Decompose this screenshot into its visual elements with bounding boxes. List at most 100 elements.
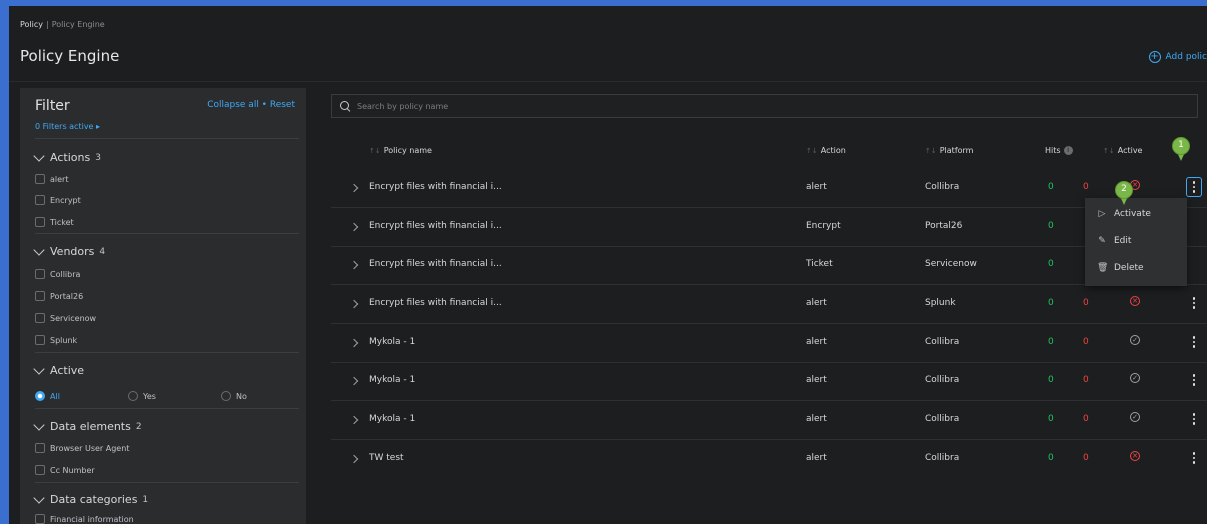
active-status-icon: ✓ <box>1130 373 1140 383</box>
menu-item-label: Activate <box>1114 209 1151 219</box>
row-more-menu-button[interactable] <box>1186 332 1202 352</box>
expand-chevron-icon[interactable] <box>349 183 359 193</box>
hits-count-a: 0 <box>1048 337 1054 347</box>
chevron-down-icon <box>33 362 45 375</box>
checkbox-action-encrypt[interactable]: Encrypt <box>35 195 81 205</box>
table-row[interactable]: Mykola - 1 alert Collibra 0 0 ✓ <box>331 362 1207 401</box>
sort-icon: ↑↓ <box>369 147 381 155</box>
table-row[interactable]: Encrypt files with financial i... alert … <box>331 169 1207 208</box>
breadcrumb-root[interactable]: Policy <box>20 20 43 29</box>
row-more-menu-button[interactable] <box>1186 448 1202 468</box>
add-policy-button[interactable]: + Add polic <box>1148 51 1207 63</box>
expand-chevron-icon[interactable] <box>349 222 359 232</box>
marker-number: 2 <box>1115 181 1133 199</box>
radio-yes[interactable]: Yes <box>128 391 156 401</box>
table-row[interactable]: Mykola - 1 alert Collibra 0 0 ✓ <box>331 401 1207 440</box>
table-row[interactable]: Encrypt files with financial i... Encryp… <box>331 208 1207 247</box>
policy-name: Encrypt files with financial i... <box>369 182 502 192</box>
column-header-active[interactable]: ↑↓ Active <box>1103 146 1142 155</box>
row-more-menu-button[interactable] <box>1186 177 1202 197</box>
checkbox-label: Browser User Agent <box>50 443 130 453</box>
section-data-elements-count: 2 <box>135 421 142 432</box>
column-header-policy-name[interactable]: ↑↓ Policy name <box>369 146 432 155</box>
table-row[interactable]: Encrypt files with financial i... alert … <box>331 285 1207 324</box>
column-header-action[interactable]: ↑↓ Action <box>806 146 846 155</box>
table-row[interactable]: TW test alert Collibra 0 0 ✕ <box>331 440 1207 479</box>
checkbox-financial-information[interactable]: Financial information <box>35 514 134 524</box>
checkbox-vendor-portal26[interactable]: Portal26 <box>35 291 83 301</box>
checkbox-box <box>35 291 45 301</box>
active-status-icon: ✓ <box>1130 412 1140 422</box>
section-active[interactable]: Active <box>33 362 85 377</box>
menu-item-label: Delete <box>1114 263 1144 273</box>
search-icon <box>340 101 350 111</box>
hits-count-b: 0 <box>1083 182 1089 192</box>
checkbox-label: Portal26 <box>50 291 84 301</box>
policy-action: Ticket <box>806 259 833 269</box>
expand-chevron-icon[interactable] <box>349 338 359 348</box>
hits-count-b: 0 <box>1083 298 1089 308</box>
policy-name: Mykola - 1 <box>369 337 416 347</box>
section-data-elements-label: Data elements <box>50 420 131 433</box>
checkbox-label: Ticket <box>50 217 74 227</box>
policy-action: alert <box>806 414 827 424</box>
radio-circle <box>128 391 138 401</box>
policy-name: Encrypt files with financial i... <box>369 298 502 308</box>
radio-all[interactable]: All <box>35 391 60 401</box>
policy-action: alert <box>806 182 827 192</box>
checkbox-box <box>35 195 45 205</box>
hits-count-b: 0 <box>1083 337 1089 347</box>
filters-active-toggle[interactable]: 0 Filters active ▸ <box>35 122 100 131</box>
expand-chevron-icon[interactable] <box>349 299 359 309</box>
policy-platform: Collibra <box>925 337 960 347</box>
section-data-categories[interactable]: Data categories 1 <box>33 491 148 506</box>
checkbox-label: Servicenow <box>50 313 97 323</box>
section-actions-count: 3 <box>95 152 101 163</box>
policy-action: alert <box>806 337 827 347</box>
chevron-down-icon <box>33 491 45 504</box>
checkbox-action-ticket[interactable]: Ticket <box>35 217 74 227</box>
info-icon[interactable]: i <box>1063 146 1073 155</box>
checkbox-label: alert <box>50 174 69 184</box>
checkbox-box <box>35 217 45 227</box>
header-divider <box>9 81 1207 82</box>
expand-chevron-icon[interactable] <box>349 415 359 425</box>
section-data-elements[interactable]: Data elements 2 <box>33 418 142 433</box>
checkbox-action-alert[interactable]: alert <box>35 174 68 184</box>
policy-name: TW test <box>369 453 404 463</box>
expand-chevron-icon[interactable] <box>349 454 359 464</box>
menu-item-delete[interactable]: 🗑 Delete <box>1097 263 1144 273</box>
menu-item-activate[interactable]: ▷ Activate <box>1097 209 1151 219</box>
collapse-reset-links[interactable]: Collapse all • Reset <box>207 100 295 110</box>
radio-no[interactable]: No <box>221 391 247 401</box>
play-circle-icon: ▷ <box>1098 209 1106 219</box>
radio-circle <box>35 391 45 401</box>
hits-count-b: 0 <box>1083 453 1089 463</box>
policy-platform: Splunk <box>925 298 956 308</box>
table-row[interactable]: Mykola - 1 alert Collibra 0 0 ✓ <box>331 324 1207 363</box>
checkbox-cc-number[interactable]: Cc Number <box>35 465 95 475</box>
checkbox-vendor-servicenow[interactable]: Servicenow <box>35 313 96 323</box>
column-header-platform[interactable]: ↑↓ Platform <box>925 146 973 155</box>
row-more-menu-button[interactable] <box>1186 370 1202 390</box>
section-actions[interactable]: Actions 3 <box>33 149 101 164</box>
filter-panel: Filter Collapse all • Reset 0 Filters ac… <box>20 88 306 524</box>
checkbox-vendor-collibra[interactable]: Collibra <box>35 269 80 279</box>
section-vendors[interactable]: Vendors 4 <box>33 243 105 258</box>
section-active-label: Active <box>50 364 85 377</box>
checkbox-vendor-splunk[interactable]: Splunk <box>35 335 77 345</box>
column-header-label: Hits <box>1045 146 1061 155</box>
row-more-menu-button[interactable] <box>1186 409 1202 429</box>
expand-chevron-icon[interactable] <box>349 376 359 386</box>
filter-divider <box>35 408 299 409</box>
column-header-hits[interactable]: Hits i <box>1045 146 1073 155</box>
policy-platform: Collibra <box>925 182 960 192</box>
expand-chevron-icon[interactable] <box>349 260 359 270</box>
checkbox-browser-user-agent[interactable]: Browser User Agent <box>35 443 129 453</box>
column-header-label: Active <box>1117 146 1143 155</box>
menu-item-edit[interactable]: ✎ Edit <box>1097 236 1131 246</box>
radio-label: All <box>50 391 60 401</box>
table-row[interactable]: Encrypt files with financial i... Ticket… <box>331 246 1207 285</box>
search-input[interactable] <box>357 101 757 111</box>
row-more-menu-button[interactable] <box>1186 293 1202 313</box>
